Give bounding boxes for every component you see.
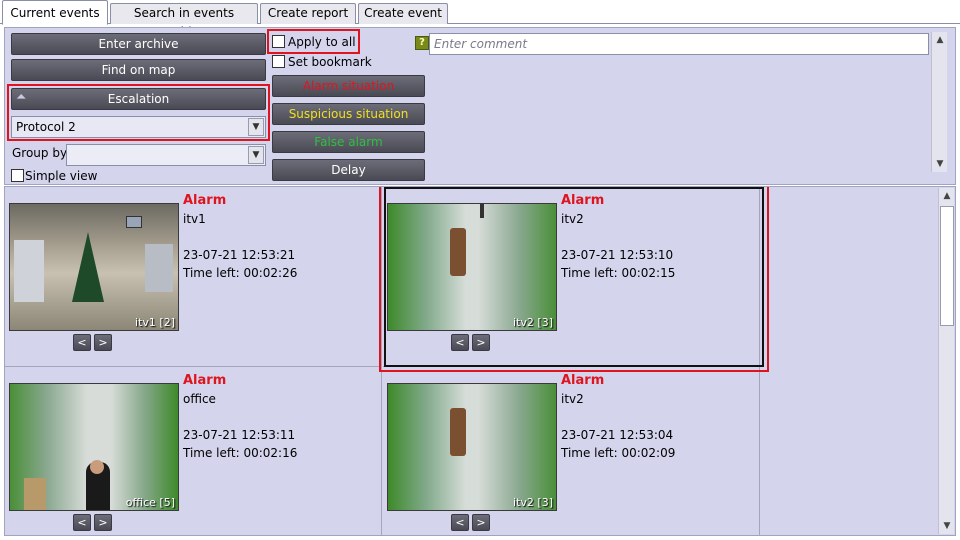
thumbnail-camera-label: itv2 [3] [513,496,553,509]
next-frame-button[interactable]: > [94,334,112,351]
escalation-label: Escalation [107,92,170,106]
control-panel: Enter archive Find on map ⏶ Escalation P… [4,27,956,185]
tab-current-events[interactable]: Current events [2,0,108,25]
box-shape [24,478,46,510]
event-thumbnail[interactable]: itv2 [3] [387,383,557,511]
alarm-situation-button[interactable]: Alarm situation [272,75,425,97]
simple-view-checkbox[interactable] [11,169,24,182]
counter-shape [14,240,44,302]
chevron-down-icon[interactable]: ▼ [248,118,264,136]
event-thumbnail[interactable]: itv1 [2] [9,203,179,331]
person-shape [480,204,484,218]
tree-shape [72,232,104,302]
tab-create-event[interactable]: Create event [358,3,448,24]
comment-input[interactable]: Enter comment [429,33,929,55]
comment-scrollbar[interactable]: ▲ ▼ [931,32,947,172]
event-timestamp: 23-07-21 12:53:04 [561,428,674,442]
event-card[interactable]: office [5] Alarm office 23-07-21 12:53:1… [5,367,382,535]
apply-to-all-checkbox[interactable] [272,35,285,48]
protocol-value: Protocol 2 [16,120,76,134]
scroll-up-icon[interactable]: ▲ [932,32,948,48]
tab-bar: Current events Search in events archive … [0,0,960,39]
event-time-left: Time left: 00:02:16 [183,446,298,460]
kiosk-shape [145,244,173,292]
group-by-select[interactable]: ▼ [66,144,266,166]
escalation-button[interactable]: ⏶ Escalation [11,88,266,110]
suspicious-situation-button[interactable]: Suspicious situation [272,103,425,125]
simple-view-label: Simple view [25,169,98,183]
tab-search-archive[interactable]: Search in events archive [110,3,258,39]
event-card[interactable]: itv2 [3] Alarm itv2 23-07-21 12:53:10 Ti… [383,187,760,367]
scroll-down-icon[interactable]: ▼ [932,156,948,172]
scroll-up-icon[interactable]: ▲ [939,188,955,204]
find-on-map-button[interactable]: Find on map [11,59,266,81]
enter-archive-button[interactable]: Enter archive [11,33,266,55]
event-type: Alarm [183,373,227,388]
prev-frame-button[interactable]: < [73,514,91,531]
plant-shape [450,228,466,276]
events-grid: itv1 [2] Alarm itv1 23-07-21 12:53:21 Ti… [4,186,956,536]
event-time-left: Time left: 00:02:09 [561,446,676,460]
delay-button[interactable]: Delay [272,159,425,181]
protocol-select[interactable]: Protocol 2 ▼ [11,116,266,138]
event-thumbnail[interactable]: itv2 [3] [387,203,557,331]
event-type: Alarm [561,373,605,388]
false-alarm-button[interactable]: False alarm [272,131,425,153]
group-by-label: Group by: [12,146,71,160]
next-frame-button[interactable]: > [472,334,490,351]
event-card[interactable]: itv1 [2] Alarm itv1 23-07-21 12:53:21 Ti… [5,187,382,367]
help-icon[interactable]: ? [415,36,429,50]
scroll-down-icon[interactable]: ▼ [939,518,955,534]
event-timestamp: 23-07-21 12:53:11 [183,428,296,442]
prev-frame-button[interactable]: < [451,334,469,351]
tv-shape [126,216,142,228]
event-card[interactable]: itv2 [3] Alarm itv2 23-07-21 12:53:04 Ti… [383,367,760,535]
tab-create-report[interactable]: Create report [260,3,356,24]
scroll-thumb[interactable] [940,206,954,326]
event-camera: itv1 [183,212,206,226]
next-frame-button[interactable]: > [472,514,490,531]
event-time-left: Time left: 00:02:15 [561,266,676,280]
event-type: Alarm [183,193,227,208]
person-head-shape [90,460,104,474]
events-scrollbar[interactable]: ▲ ▼ [938,188,954,534]
plant-shape [450,408,466,456]
event-camera: itv2 [561,212,584,226]
chevron-down-icon[interactable]: ▼ [248,146,264,164]
event-thumbnail[interactable]: office [5] [9,383,179,511]
set-bookmark-label: Set bookmark [288,55,372,69]
prev-frame-button[interactable]: < [73,334,91,351]
event-camera: office [183,392,216,406]
set-bookmark-checkbox[interactable] [272,55,285,68]
event-camera: itv2 [561,392,584,406]
next-frame-button[interactable]: > [94,514,112,531]
thumbnail-camera-label: itv1 [2] [135,316,175,329]
event-type: Alarm [561,193,605,208]
event-timestamp: 23-07-21 12:53:10 [561,248,674,262]
chevron-up-icon: ⏶ [16,90,27,105]
apply-to-all-label: Apply to all [288,35,356,49]
event-time-left: Time left: 00:02:26 [183,266,298,280]
event-timestamp: 23-07-21 12:53:21 [183,248,296,262]
prev-frame-button[interactable]: < [451,514,469,531]
thumbnail-camera-label: office [5] [125,496,175,509]
thumbnail-camera-label: itv2 [3] [513,316,553,329]
